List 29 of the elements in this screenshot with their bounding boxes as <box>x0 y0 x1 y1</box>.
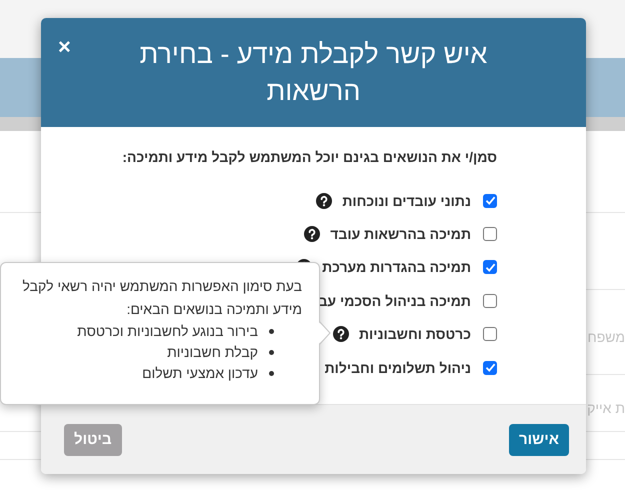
list-item: קבלת חשבוניות <box>167 343 258 362</box>
help-icon[interactable] <box>316 192 332 209</box>
help-icon[interactable] <box>332 326 349 342</box>
checkbox[interactable] <box>483 360 497 375</box>
row-text: ת אייק <box>587 400 625 416</box>
bullet-icon <box>269 371 274 376</box>
close-button[interactable]: × <box>58 34 71 60</box>
checkbox[interactable] <box>483 327 497 342</box>
checkbox-label: ניהול תשלומים וחבילות <box>324 360 471 376</box>
checkbox[interactable] <box>483 260 497 274</box>
dialog-title: איש קשר לקבלת מידע - בחירת הרשאות <box>138 38 488 108</box>
bullet-icon <box>269 329 274 334</box>
checkbox-label: נתוני עובדים ונוכחות <box>342 192 471 209</box>
help-icon[interactable] <box>304 226 320 242</box>
checkbox[interactable] <box>483 227 497 242</box>
instruction-text: סמן/י את הנושאים בגינם יוכל המשתמש לקבל מידע ותמיכה: <box>121 149 497 165</box>
confirm-button[interactable]: אישור <box>508 424 569 456</box>
checkbox-label: תמיכה בניהול הסכמי עב <box>318 292 471 309</box>
list-item: בירור בנוגע לחשבוניות וכרטסת <box>77 322 258 341</box>
checkbox[interactable] <box>483 294 497 308</box>
cancel-button[interactable]: ביטול <box>64 424 122 456</box>
checkbox[interactable] <box>483 194 497 208</box>
list-item: עדכון אמצעי תשלום <box>142 364 258 383</box>
checkbox-label: כרטסת וחשבוניות <box>358 326 471 342</box>
checkbox-label: תמיכה בהרשאות עובד <box>330 226 471 242</box>
tooltip-text: בעת סימון האפשרות המשתמש יהיה רשאי לקבל מידע ותמיכה בנושאים הבאים: <box>22 277 302 319</box>
row-text: משפח <box>588 329 625 345</box>
bullet-icon <box>269 350 274 355</box>
checkbox-label: תמיכה בהגדרות מערכת <box>322 259 471 276</box>
